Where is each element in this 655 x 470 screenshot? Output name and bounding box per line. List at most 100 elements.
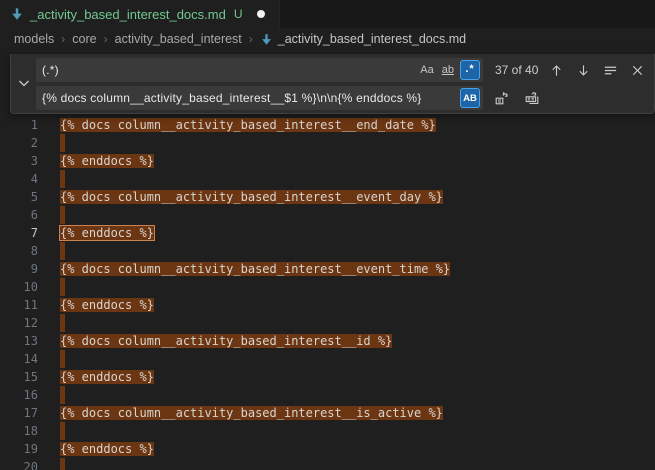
empty-line-find-match [60,314,65,332]
line-content: {% docs column__activity_based_interest_… [38,188,443,206]
toggle-replace-button[interactable] [11,54,36,113]
code-line[interactable]: 8 [0,242,655,260]
close-icon [631,64,644,77]
line-content [38,278,65,296]
empty-line-find-match [60,422,65,440]
find-in-selection-button[interactable] [600,60,621,81]
line-content: {% enddocs %} [38,296,154,314]
breadcrumb: models › core › activity_based_interest … [0,28,655,50]
line-number: 15 [0,368,38,386]
line-number: 20 [0,458,38,470]
line-content [38,422,65,440]
code-line[interactable]: 16 [0,386,655,404]
line-number: 10 [0,278,38,296]
tab-activity-based-interest-docs[interactable]: _activity_based_interest_docs.md U [0,0,280,28]
preserve-case-toggle[interactable]: AB [460,88,480,108]
find-match: {% docs column__activity_based_interest_… [60,334,392,348]
line-number: 4 [0,170,38,188]
whole-word-toggle[interactable]: ab [439,62,457,78]
line-content: {% enddocs %} [38,224,154,242]
code-line[interactable]: 17{% docs column__activity_based_interes… [0,404,655,422]
line-number: 6 [0,206,38,224]
close-find-widget-button[interactable] [627,60,648,81]
code-line[interactable]: 2 [0,134,655,152]
find-match: {% docs column__activity_based_interest_… [60,262,450,276]
empty-line-find-match [60,134,65,152]
breadcrumb-item-activity-based-interest[interactable]: activity_based_interest [115,32,242,46]
breadcrumb-item-core[interactable]: core [72,32,96,46]
chevron-down-icon [18,79,30,88]
line-content [38,314,65,332]
code-line[interactable]: 6 [0,206,655,224]
find-match: {% docs column__activity_based_interest_… [60,118,436,132]
line-number: 7 [0,224,38,242]
code-line[interactable]: 1 {% docs column__activity_based_interest… [0,116,655,134]
code-line[interactable]: 20 [0,458,655,470]
line-content [38,206,65,224]
find-match: {% enddocs %} [60,442,154,456]
previous-match-button[interactable] [546,60,567,81]
line-content: {% docs column__activity_based_interest_… [38,260,450,278]
arrow-up-icon [549,63,564,78]
line-number: 16 [0,386,38,404]
code-line[interactable]: 11 {% enddocs %} [0,296,655,314]
code-line[interactable]: 15 {% enddocs %} [0,368,655,386]
selection-lines-icon [603,63,618,78]
code-line[interactable]: 18 [0,422,655,440]
find-match: {% docs column__activity_based_interest_… [60,406,443,420]
modified-dot[interactable] [257,10,265,18]
line-number: 8 [0,242,38,260]
line-number: 13 [0,332,38,350]
markdown-file-icon [260,33,273,46]
code-line[interactable]: 9 {% docs column__activity_based_interest… [0,260,655,278]
find-value: (.*) [42,63,415,77]
find-match: {% enddocs %} [60,370,154,384]
line-number: 9 [0,260,38,278]
next-match-button[interactable] [573,60,594,81]
code-line[interactable]: 12 [0,314,655,332]
line-number: 14 [0,350,38,368]
line-content: {% enddocs %} [38,368,154,386]
line-number: 18 [0,422,38,440]
code-line[interactable]: 14 [0,350,655,368]
line-content [38,458,65,470]
empty-line-find-match [60,386,65,404]
code-line[interactable]: 5{% docs column__activity_based_interest… [0,188,655,206]
line-content: {% docs column__activity_based_interest_… [38,332,392,350]
empty-line-find-match [60,170,65,188]
breadcrumb-separator: › [249,32,253,46]
arrow-down-icon [576,63,591,78]
empty-line-find-match [60,350,65,368]
code-line[interactable]: 3 {% enddocs %} [0,152,655,170]
replace-input[interactable]: {% docs column__activity_based_interest_… [36,86,483,110]
replace-value: {% docs column__activity_based_interest_… [42,91,457,105]
regex-toggle[interactable]: .* [460,60,480,80]
code-line[interactable]: 10 [0,278,655,296]
find-match: {% enddocs %} [60,154,154,168]
match-count: 37 of 40 [495,63,538,77]
code-line[interactable]: 13 {% docs column__activity_based_interes… [0,332,655,350]
line-content [38,242,65,260]
line-number: 12 [0,314,38,332]
line-content: {% docs column__activity_based_interest_… [38,404,443,422]
replace-icon [494,90,510,106]
line-number: 11 [0,296,38,314]
code-line[interactable]: 7{% enddocs %} [0,224,655,242]
replace-button[interactable] [491,88,512,109]
line-content [38,170,65,188]
code-line[interactable]: 19{% enddocs %} [0,440,655,458]
line-content [38,134,65,152]
breadcrumb-item-file[interactable]: _activity_based_interest_docs.md [260,32,466,46]
line-number: 1 [0,116,38,134]
breadcrumb-separator: › [61,32,65,46]
find-input[interactable]: (.*) Aa ab .* [36,58,483,82]
line-number: 3 [0,152,38,170]
match-case-toggle[interactable]: Aa [417,62,436,78]
tab-bar: _activity_based_interest_docs.md U [0,0,655,28]
code-line[interactable]: 4 [0,170,655,188]
find-match: {% docs column__activity_based_interest_… [60,190,443,204]
find-widget: (.*) Aa ab .* 37 of 40 [10,54,655,114]
breadcrumb-item-models[interactable]: models [14,32,54,46]
find-match: {% enddocs %} [60,298,154,312]
replace-all-button[interactable] [521,88,542,109]
